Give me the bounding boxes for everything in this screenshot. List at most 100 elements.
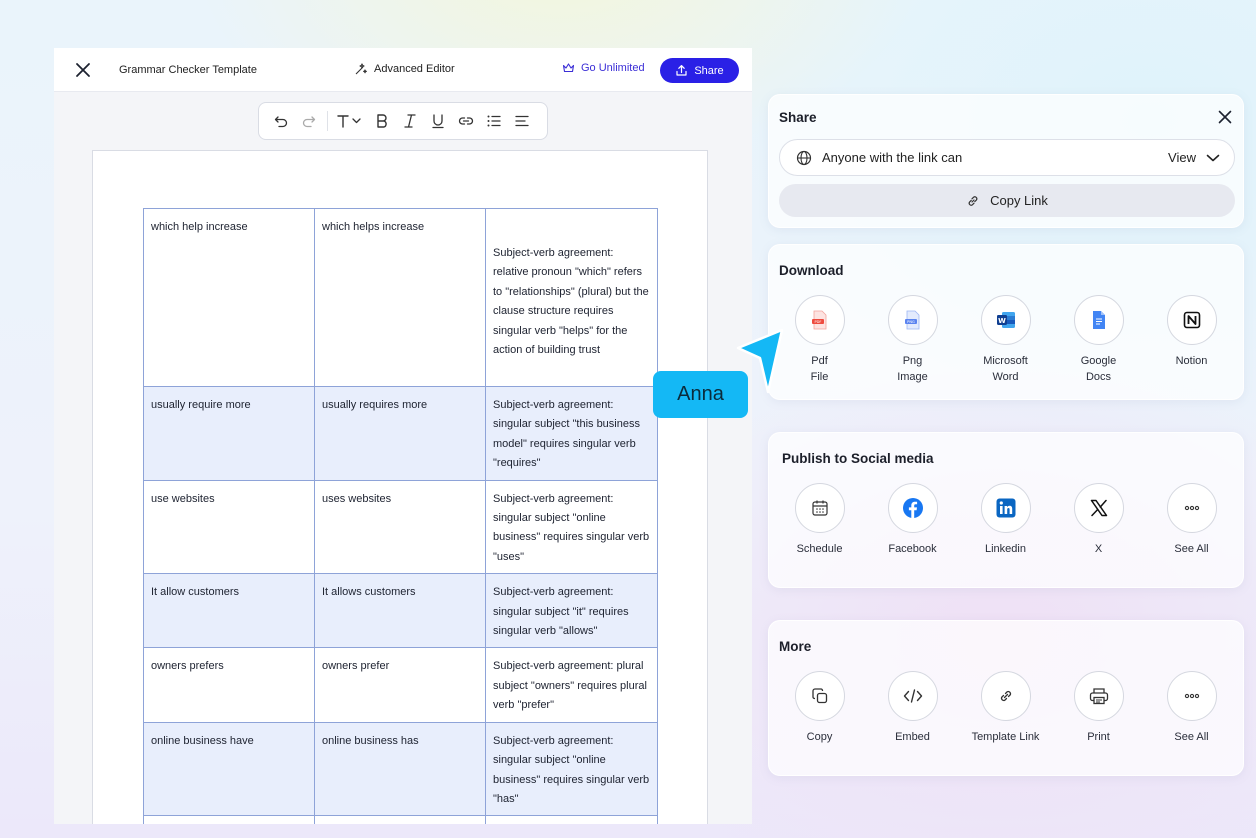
link-access-dropdown[interactable]: Anyone with the link can View xyxy=(779,139,1235,176)
social-option-label: Linkedin xyxy=(985,543,1026,555)
advanced-editor-button[interactable]: Advanced Editor xyxy=(354,62,455,76)
download-option-label: Microsoft Word xyxy=(983,355,1028,383)
table-cell-corrected: usually requires more xyxy=(314,386,486,481)
table-row: which help increase which helps increase… xyxy=(143,208,658,387)
code-embed-icon xyxy=(903,689,922,703)
calendar-icon xyxy=(811,500,828,516)
microsoft-word-icon: W xyxy=(996,312,1015,328)
more-option-label: Print xyxy=(1087,731,1110,743)
table-cell-original: owners prefers xyxy=(143,647,315,723)
editor-topbar: Grammar Checker Template Advanced Editor… xyxy=(54,48,752,92)
table-cell-corrected xyxy=(314,815,486,824)
template-link-button[interactable]: Template Link xyxy=(959,671,1052,745)
link-icon xyxy=(1000,690,1011,702)
redo-button[interactable] xyxy=(295,107,323,135)
table-cell-corrected: owners prefer xyxy=(314,647,486,723)
more-see-all-button[interactable]: See All xyxy=(1145,671,1238,745)
download-google-docs-button[interactable]: Google Docs xyxy=(1052,295,1145,385)
table-cell-explanation: Subject-verb agreement: plural subject "… xyxy=(485,647,658,723)
table-row: owners prefers owners prefer Subject-ver… xyxy=(143,647,658,723)
table-cell-explanation: Subject-verb agreement: singular subject… xyxy=(485,479,658,575)
schedule-button[interactable]: Schedule xyxy=(773,483,866,557)
social-title: Publish to Social media xyxy=(782,451,934,466)
copy-link-button[interactable]: Copy Link xyxy=(779,184,1235,217)
document-title: Grammar Checker Template xyxy=(119,64,257,76)
table-cell-original: usually require more xyxy=(143,386,315,481)
table-cell-explanation: Subject-verb agreement: singular subject… xyxy=(485,386,658,481)
google-docs-icon xyxy=(1092,311,1105,329)
italic-icon xyxy=(404,114,416,128)
table-cell-corrected: It allows customers xyxy=(314,573,486,649)
social-option-label: See All xyxy=(1174,543,1209,555)
print-button[interactable]: Print xyxy=(1052,671,1145,745)
download-option-label: Png Image xyxy=(897,355,928,383)
copy-button[interactable]: Copy xyxy=(773,671,866,745)
bullet-list-button[interactable] xyxy=(480,107,508,135)
table-cell-original: which help increase xyxy=(143,208,315,387)
download-option-label: Notion xyxy=(1175,355,1208,367)
download-png-button[interactable]: PNG Png Image xyxy=(866,295,959,385)
more-option-label: Embed xyxy=(895,731,930,743)
table-cell-original: online business have xyxy=(143,721,315,817)
table-cell-explanation xyxy=(485,815,658,824)
close-icon[interactable] xyxy=(74,61,92,79)
pdf-file-icon: PDF xyxy=(811,310,826,330)
close-icon[interactable] xyxy=(1217,109,1233,125)
bold-icon xyxy=(377,114,387,128)
linkedin-button[interactable]: Linkedin xyxy=(959,483,1052,557)
magic-wand-icon xyxy=(355,63,367,75)
download-title: Download xyxy=(779,263,844,278)
align-button[interactable] xyxy=(508,107,536,135)
access-text: Anyone with the link can xyxy=(822,150,963,165)
upload-icon xyxy=(676,65,687,76)
document-page: which help increase which helps increase… xyxy=(92,150,708,824)
link-icon xyxy=(458,117,474,125)
table-cell-corrected: uses websites xyxy=(314,479,486,575)
notion-icon xyxy=(1183,311,1200,329)
go-unlimited-button[interactable]: Go Unlimited xyxy=(562,62,645,74)
undo-icon xyxy=(274,116,288,128)
more-dots-icon xyxy=(1184,693,1199,699)
redo-icon xyxy=(302,116,316,128)
facebook-button[interactable]: Facebook xyxy=(866,483,959,557)
collaborator-name-tag: Anna xyxy=(653,371,748,418)
social-see-all-button[interactable]: See All xyxy=(1145,483,1238,557)
undo-button[interactable] xyxy=(267,107,295,135)
link-button[interactable] xyxy=(452,107,480,135)
more-title: More xyxy=(779,639,812,654)
x-button[interactable]: X xyxy=(1052,483,1145,557)
x-logo-icon xyxy=(1090,499,1107,517)
go-unlimited-label: Go Unlimited xyxy=(581,62,645,74)
italic-button[interactable] xyxy=(396,107,424,135)
table-cell-explanation: Subject-verb agreement: relative pronoun… xyxy=(485,208,658,387)
copy-icon xyxy=(811,688,827,704)
share-button[interactable]: Share xyxy=(660,58,739,83)
download-notion-button[interactable]: Notion xyxy=(1145,295,1238,385)
copy-link-label: Copy Link xyxy=(990,193,1048,208)
linkedin-icon xyxy=(996,498,1015,518)
social-option-label: X xyxy=(1094,543,1103,555)
bold-button[interactable] xyxy=(368,107,396,135)
align-left-icon xyxy=(515,115,529,127)
more-option-label: Copy xyxy=(806,731,833,743)
link-icon xyxy=(968,195,978,206)
table-row: It allow customers It allows customers S… xyxy=(143,573,658,649)
underline-button[interactable] xyxy=(424,107,452,135)
svg-text:PDF: PDF xyxy=(814,320,821,324)
table-cell-original: It allow customers xyxy=(143,573,315,649)
table-cell-explanation: Subject-verb agreement: singular subject… xyxy=(485,721,658,817)
download-word-button[interactable]: W Microsoft Word xyxy=(959,295,1052,385)
table-cell-original: use websites xyxy=(143,479,315,575)
share-panel: Share Anyone with the link can View Copy… xyxy=(768,94,1244,228)
chevron-down-icon xyxy=(1206,154,1220,161)
text-style-dropdown[interactable] xyxy=(332,107,368,135)
table-row: usually require more usually requires mo… xyxy=(143,386,658,481)
table-cell-corrected: which helps increase xyxy=(314,208,486,387)
share-button-label: Share xyxy=(694,64,724,77)
embed-button[interactable]: Embed xyxy=(866,671,959,745)
advanced-editor-label: Advanced Editor xyxy=(374,63,455,75)
png-image-icon: PNG xyxy=(904,310,919,330)
underline-icon xyxy=(432,114,444,129)
text-style-icon xyxy=(337,115,361,128)
toolbar-divider xyxy=(327,111,328,131)
